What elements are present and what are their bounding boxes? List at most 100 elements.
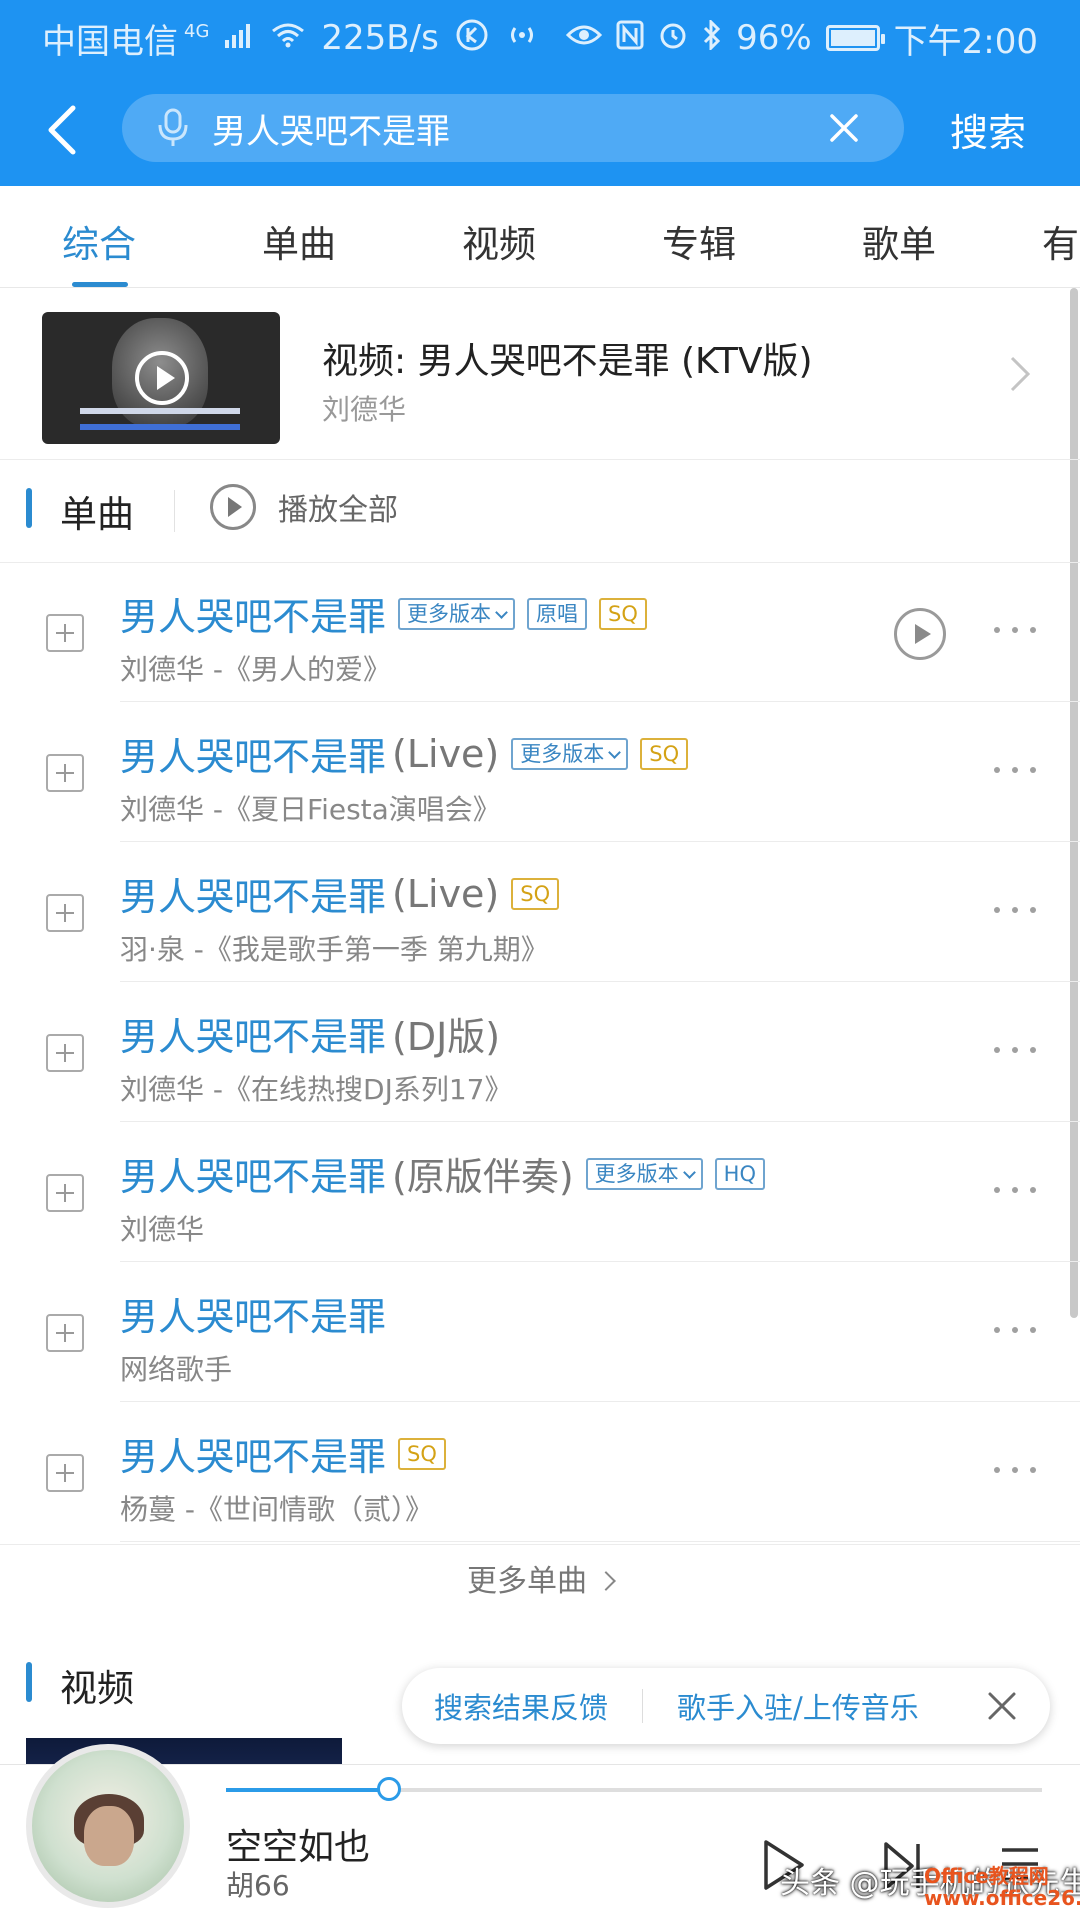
tag-label: HQ xyxy=(723,1161,756,1186)
play-all-button[interactable]: 播放全部 xyxy=(210,484,398,530)
song-row[interactable]: 男人哭吧不是罪 (Live) SQ 羽·泉 -《我是歌手第一季 第九期》 xyxy=(0,842,1080,982)
add-icon[interactable] xyxy=(46,614,84,652)
chevron-right-icon xyxy=(1010,356,1031,392)
song-title-row: 男人哭吧不是罪 SQ xyxy=(120,1426,446,1481)
add-icon[interactable] xyxy=(46,894,84,932)
upload-music-link[interactable]: 歌手入驻/上传音乐 xyxy=(677,1685,919,1727)
tag-label: 更多版本 xyxy=(407,601,492,626)
song-title: 男人哭吧不是罪 xyxy=(120,1155,387,1199)
song-version: (DJ版) xyxy=(392,1015,501,1059)
quality-badge: SQ xyxy=(599,597,647,630)
tab-albums[interactable]: 专辑 xyxy=(662,214,736,268)
play-circle-icon[interactable] xyxy=(894,608,946,660)
song-subtitle: 杨蔓 -《世间情歌（贰）》 xyxy=(120,1493,434,1526)
progress-bar[interactable] xyxy=(226,1777,1042,1801)
tag-label: SQ xyxy=(520,881,551,906)
net-speed-label: 225B/s xyxy=(321,18,439,58)
chevron-down-icon xyxy=(495,605,508,619)
close-icon xyxy=(830,114,858,142)
song-title-row: 男人哭吧不是罪 (原版伴奏) 更多版本 HQ xyxy=(120,1146,765,1201)
search-button[interactable]: 搜索 xyxy=(950,102,1026,157)
song-subtitle: 刘德华 xyxy=(120,1213,205,1246)
song-row[interactable]: 男人哭吧不是罪 网络歌手 xyxy=(0,1262,1080,1402)
results-content[interactable]: 视频: 男人哭吧不是罪 (KTV版) 刘德华 单曲 播放全部 男人哭吧不是罪 更多… xyxy=(0,288,1080,1768)
quality-badge: SQ xyxy=(640,737,689,770)
clock: 下午2:00 xyxy=(893,21,1038,62)
more-songs-link[interactable]: 更多单曲 xyxy=(0,1556,1080,1616)
add-icon[interactable] xyxy=(46,1034,84,1072)
voice-search-icon[interactable] xyxy=(152,107,194,149)
quality-badge: 原唱 xyxy=(527,597,588,630)
progress-knob[interactable] xyxy=(377,1777,402,1801)
close-icon[interactable] xyxy=(982,1686,1022,1726)
more-options-icon[interactable] xyxy=(994,1178,1044,1202)
song-row[interactable]: 男人哭吧不是罪 (原版伴奏) 更多版本 HQ 刘德华 xyxy=(0,1122,1080,1262)
song-row[interactable]: 男人哭吧不是罪 (Live) 更多版本 SQ 刘德华 -《夏日Fiesta演唱会》 xyxy=(0,702,1080,842)
more-options-icon[interactable] xyxy=(994,618,1044,642)
more-songs-label: 更多单曲 xyxy=(467,1564,587,1599)
tab-all[interactable]: 综合 xyxy=(62,214,136,268)
more-options-icon[interactable] xyxy=(994,758,1044,782)
back-button[interactable] xyxy=(28,96,96,164)
add-icon[interactable] xyxy=(46,1174,84,1212)
song-subtitle: 网络歌手 xyxy=(120,1353,233,1386)
tag-label: 原唱 xyxy=(536,601,579,626)
net-type-label: 4G xyxy=(184,20,210,42)
song-row[interactable]: 男人哭吧不是罪 SQ 杨蔓 -《世间情歌（贰）》 xyxy=(0,1402,1080,1542)
video-artist: 刘德华 xyxy=(322,393,407,426)
tag-label: SQ xyxy=(608,601,638,626)
song-version: (原版伴奏) xyxy=(392,1155,574,1199)
album-cover[interactable] xyxy=(26,1744,190,1908)
add-icon[interactable] xyxy=(46,754,84,792)
search-box[interactable] xyxy=(122,94,904,162)
song-title-row: 男人哭吧不是罪 更多版本 原唱 SQ xyxy=(120,586,647,641)
play-icon xyxy=(135,351,189,405)
quality-badge: SQ xyxy=(511,877,560,910)
bluetooth-icon xyxy=(702,18,722,56)
battery-icon xyxy=(825,25,885,51)
office-badge-text: Office教程网 www.office26.com xyxy=(924,1864,1080,1910)
song-row[interactable]: 男人哭吧不是罪 更多版本 原唱 SQ 刘德华 -《男人的爱》 xyxy=(0,562,1080,702)
more-versions-tag[interactable]: 更多版本 xyxy=(585,1157,703,1190)
song-title: 男人哭吧不是罪 xyxy=(120,595,387,639)
now-playing-title: 空空如也 xyxy=(226,1827,371,1868)
song-row[interactable]: 男人哭吧不是罪 (DJ版) 刘德华 -《在线热搜DJ系列17》 xyxy=(0,982,1080,1122)
feedback-link[interactable]: 搜索结果反馈 xyxy=(434,1685,608,1727)
more-options-icon[interactable] xyxy=(994,898,1044,922)
more-versions-tag[interactable]: 更多版本 xyxy=(398,597,516,630)
status-bar: 中国电信 4G 225B/s 96% 下午2:00 xyxy=(0,0,1080,76)
tab-playlists[interactable]: 歌单 xyxy=(862,214,936,268)
quality-badge: SQ xyxy=(398,1437,446,1470)
header: 中国电信 4G 225B/s 96% 下午2:00 男人哭吧不是罪 搜索 xyxy=(0,0,1080,186)
more-versions-tag[interactable]: 更多版本 xyxy=(511,737,629,770)
more-options-icon[interactable] xyxy=(994,1318,1044,1342)
search-input[interactable] xyxy=(212,108,812,148)
more-options-icon[interactable] xyxy=(994,1458,1044,1482)
office-badge: Office教程网 www.office26.com xyxy=(918,1860,1080,1914)
nfc-icon xyxy=(616,20,644,56)
music-search-screen: 中国电信 4G 225B/s 96% 下午2:00 男人哭吧不是罪 搜索 综合 … xyxy=(0,0,1080,1920)
top-video-result[interactable]: 视频: 男人哭吧不是罪 (KTV版) 刘德华 xyxy=(0,288,1080,460)
tab-videos[interactable]: 视频 xyxy=(462,214,536,268)
back-arrow-icon xyxy=(48,105,76,155)
video-thumbnail[interactable] xyxy=(42,312,280,444)
play-all-label: 播放全部 xyxy=(278,493,398,528)
add-icon[interactable] xyxy=(46,1314,84,1352)
chevron-right-icon xyxy=(596,1571,616,1591)
tag-label: SQ xyxy=(649,741,680,766)
chevron-down-icon xyxy=(682,1165,696,1179)
tab-singles[interactable]: 单曲 xyxy=(262,214,336,268)
alarm-icon xyxy=(658,20,688,56)
add-icon[interactable] xyxy=(46,1454,84,1492)
song-title: 男人哭吧不是罪 xyxy=(120,735,387,779)
song-subtitle: 羽·泉 -《我是歌手第一季 第九期》 xyxy=(120,933,549,966)
more-options-icon[interactable] xyxy=(994,1038,1044,1062)
feedback-bar: 搜索结果反馈 歌手入驻/上传音乐 xyxy=(402,1668,1050,1744)
clear-search-button[interactable] xyxy=(812,96,876,160)
result-tabs: 综合 单曲 视频 专辑 歌单 有 xyxy=(0,186,1080,288)
battery-percent: 96% xyxy=(736,18,812,58)
k-circle-icon xyxy=(455,18,489,58)
song-subtitle: 刘德华 -《男人的爱》 xyxy=(120,653,392,686)
song-title-row: 男人哭吧不是罪 (Live) SQ xyxy=(120,866,560,921)
tab-more[interactable]: 有 xyxy=(1042,214,1079,268)
